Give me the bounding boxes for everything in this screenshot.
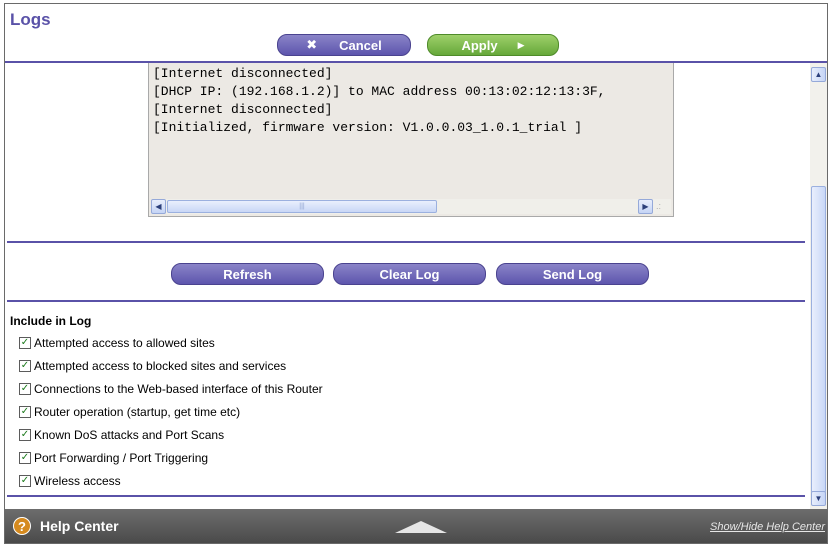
checkbox-checked-icon[interactable]: ✓	[19, 475, 31, 487]
option-label: Known DoS attacks and Port Scans	[34, 428, 225, 442]
page-header: Logs ✖ Cancel Apply ▶	[5, 4, 827, 63]
checkbox-checked-icon[interactable]: ✓	[19, 360, 31, 372]
option-allowed-sites[interactable]: ✓ Attempted access to allowed sites	[19, 335, 215, 351]
scroll-right-icon[interactable]: ▶	[638, 199, 653, 214]
option-dos-attacks[interactable]: ✓ Known DoS attacks and Port Scans	[19, 427, 224, 443]
resize-grip-icon[interactable]: .:	[656, 201, 661, 211]
content-area: [Internet disconnected] [DHCP IP: (192.1…	[5, 63, 809, 509]
apply-button[interactable]: Apply ▶	[427, 34, 559, 56]
checkbox-checked-icon[interactable]: ✓	[19, 383, 31, 395]
show-hide-help-center-link[interactable]: Show/Hide Help Center	[710, 521, 825, 533]
option-web-interface-connections[interactable]: ✓ Connections to the Web-based interface…	[19, 381, 323, 397]
router-logs-page: Logs ✖ Cancel Apply ▶ [Internet disconne…	[4, 3, 828, 544]
option-label: Port Forwarding / Port Triggering	[34, 451, 209, 465]
option-label: Attempted access to allowed sites	[34, 336, 215, 350]
divider	[7, 300, 805, 302]
option-label: Router operation (startup, get time etc)	[34, 405, 241, 419]
cancel-button[interactable]: ✖ Cancel	[277, 34, 411, 56]
log-text: [Internet disconnected] [DHCP IP: (192.1…	[153, 65, 605, 137]
scroll-down-icon[interactable]: ▼	[811, 491, 826, 506]
log-line: [Internet disconnected]	[153, 102, 333, 117]
help-center-bar: ? Help Center Show/Hide Help Center	[5, 509, 827, 543]
help-center-label: Help Center	[40, 518, 119, 534]
option-label: Wireless access	[34, 474, 121, 488]
apply-button-label: Apply	[461, 37, 498, 53]
option-blocked-sites[interactable]: ✓ Attempted access to blocked sites and …	[19, 358, 286, 374]
checkbox-checked-icon[interactable]: ✓	[19, 406, 31, 418]
page-vertical-scrollbar[interactable]: ▲ ▼	[810, 63, 827, 509]
send-log-button[interactable]: Send Log	[496, 263, 649, 285]
page-title: Logs	[10, 10, 51, 29]
option-label: Connections to the Web-based interface o…	[34, 382, 323, 396]
include-in-log-heading: Include in Log	[10, 314, 92, 328]
option-wireless-access[interactable]: ✓ Wireless access	[19, 473, 121, 489]
checkbox-checked-icon[interactable]: ✓	[19, 337, 31, 349]
scroll-thumb[interactable]	[811, 186, 826, 493]
checkbox-checked-icon[interactable]: ✓	[19, 429, 31, 441]
log-textarea[interactable]: [Internet disconnected] [DHCP IP: (192.1…	[148, 63, 674, 217]
play-arrow-icon: ▶	[517, 39, 525, 50]
expand-arrow-icon[interactable]	[395, 521, 447, 533]
checkbox-checked-icon[interactable]: ✓	[19, 452, 31, 464]
cancel-button-label: Cancel	[339, 37, 382, 53]
divider	[7, 241, 805, 243]
scroll-up-icon[interactable]: ▲	[811, 67, 826, 82]
option-router-operation[interactable]: ✓ Router operation (startup, get time et…	[19, 404, 240, 420]
refresh-button[interactable]: Refresh	[171, 263, 324, 285]
scroll-left-icon[interactable]: ◀	[151, 199, 166, 214]
log-horizontal-scrollbar[interactable]: ◀ ||| ▶ .:	[151, 199, 671, 214]
close-icon: ✖	[306, 37, 318, 52]
scroll-thumb[interactable]: |||	[167, 200, 437, 213]
log-line: [Initialized, firmware version: V1.0.0.0…	[153, 120, 583, 135]
option-label: Attempted access to blocked sites and se…	[34, 359, 287, 373]
help-icon[interactable]: ?	[13, 517, 31, 535]
divider	[7, 495, 805, 497]
log-line: [DHCP IP: (192.168.1.2)] to MAC address …	[153, 84, 606, 99]
option-port-forwarding[interactable]: ✓ Port Forwarding / Port Triggering	[19, 450, 208, 466]
clear-log-button[interactable]: Clear Log	[333, 263, 486, 285]
log-line: [Internet disconnected]	[153, 66, 333, 81]
